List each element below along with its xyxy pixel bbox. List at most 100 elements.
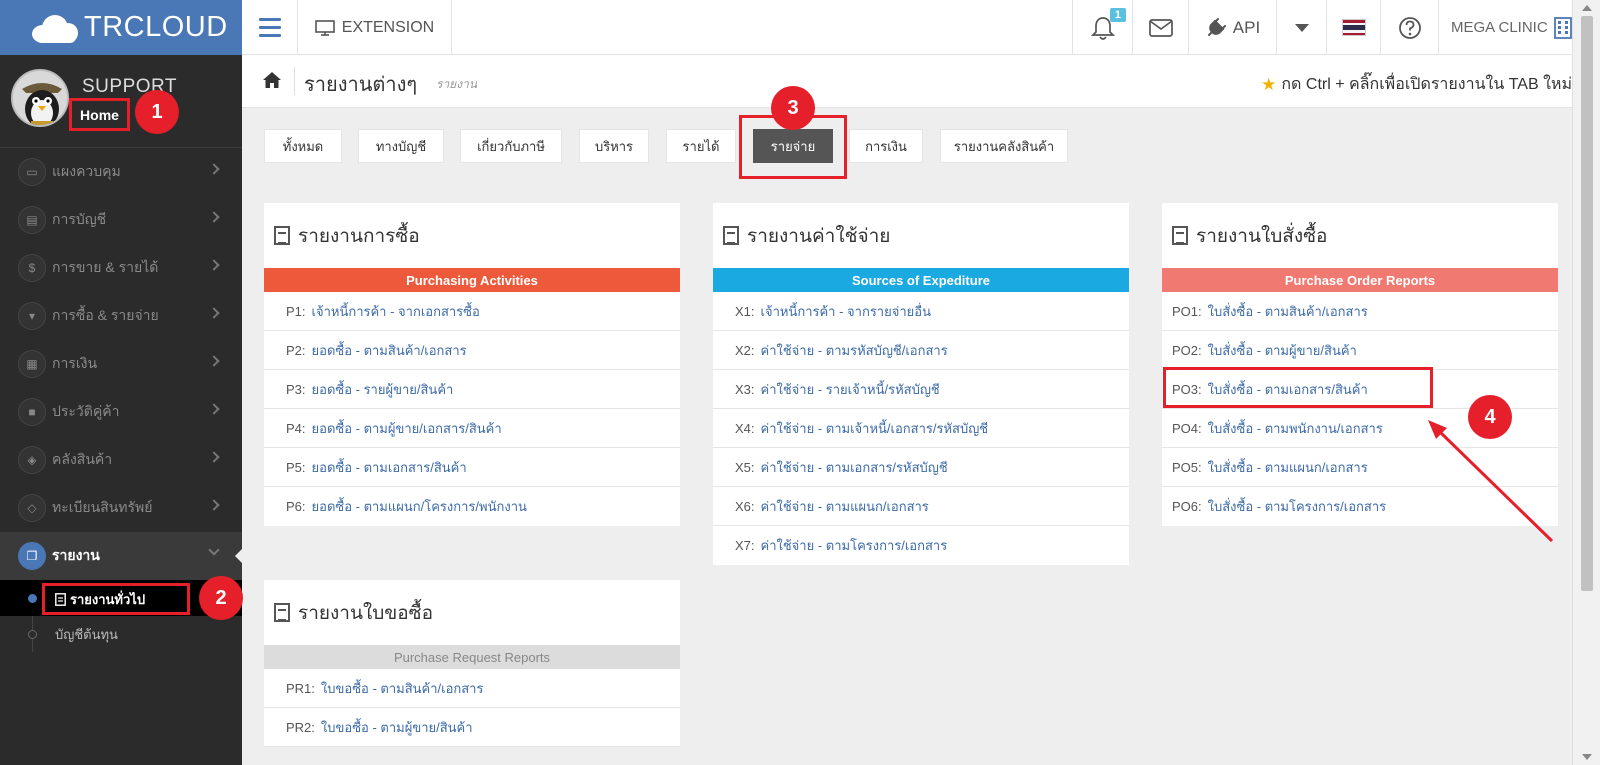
sidebar-item-reports[interactable]: ❐ รายงาน	[0, 532, 242, 580]
sidebar-subitem-label: บัญชีต้นทุน	[55, 626, 118, 642]
tab-finance[interactable]: การเงิน	[849, 129, 923, 163]
report-row[interactable]: X1: เจ้าหนี้การค้า - จากรายจ่ายอื่น	[713, 292, 1129, 331]
home-icon[interactable]	[262, 71, 282, 89]
card-title: รายงานใบขอซื้อ	[264, 580, 680, 645]
document-icon	[55, 592, 66, 606]
plug-icon	[1207, 17, 1226, 36]
cart-icon: ▾	[18, 302, 46, 330]
book-icon: ▤	[18, 206, 46, 234]
card-band: Purchasing Activities	[264, 268, 680, 292]
report-row[interactable]: PO5: ใบสั่งซื้อ - ตามแผนก/เอกสาร	[1162, 448, 1558, 487]
card-title: รายงานใบสั่งซื้อ	[1162, 203, 1558, 268]
report-row[interactable]: P5: ยอดซื้อ - ตามเอกสาร/สินค้า	[264, 448, 680, 487]
scroll-down-icon[interactable]	[1582, 754, 1592, 760]
bullet-icon	[28, 594, 37, 603]
messages-button[interactable]	[1132, 0, 1188, 55]
sidebar-subitem-cost-accounting[interactable]: บัญชีต้นทุน	[0, 616, 242, 652]
building-icon	[1553, 16, 1572, 39]
extension-button[interactable]: EXTENSION	[298, 0, 452, 55]
chevron-right-icon	[208, 403, 220, 415]
sidebar-item-finance[interactable]: ▦ การเงิน	[0, 340, 242, 388]
extension-label: EXTENSION	[341, 18, 435, 36]
notification-badge: 1	[1109, 8, 1126, 22]
avatar[interactable]	[11, 69, 69, 127]
monitor-icon	[314, 19, 335, 36]
page-header: รายงานต่างๆ รายงาน ★ กด Ctrl + คลิ๊กเพื่…	[242, 55, 1572, 108]
chevron-right-icon	[208, 163, 220, 175]
menu-toggle-button[interactable]	[242, 0, 298, 55]
report-row[interactable]: PR1: ใบขอซื้อ - ตามสินค้า/เอกสาร	[264, 669, 680, 708]
card-title: รายงานการซื้อ	[264, 203, 680, 268]
tab-accounting[interactable]: ทางบัญชี	[358, 129, 444, 163]
sidebar-item-label: ทะเบียนสินทรัพย์	[52, 499, 153, 515]
chevron-down-icon	[208, 544, 220, 556]
monitor-icon: ▭	[18, 158, 46, 186]
thai-flag-icon	[1341, 19, 1366, 36]
question-circle-icon	[1398, 16, 1421, 39]
report-row[interactable]: PO1: ใบสั่งซื้อ - ตามสินค้า/เอกสาร	[1162, 292, 1558, 331]
ctrl-click-hint: ★ กด Ctrl + คลิ๊กเพื่อเปิดรายงานใน TAB ใ…	[1261, 72, 1572, 97]
sidebar-item-sales[interactable]: $ การขาย & รายได้	[0, 244, 242, 292]
page-scrollbar[interactable]	[1572, 0, 1600, 765]
report-row[interactable]: P1: เจ้าหนี้การค้า - จากเอกสารซื้อ	[264, 292, 680, 331]
document-icon	[723, 226, 739, 245]
help-button[interactable]	[1380, 0, 1438, 55]
reports-submenu: รายงานทั่วไป บัญชีต้นทุน 2	[0, 576, 243, 652]
sidebar-item-label: รายงาน	[52, 547, 100, 563]
notifications-button[interactable]: 1	[1072, 0, 1132, 55]
hint-text: กด Ctrl + คลิ๊กเพื่อเปิดรายงานใน TAB ใหม…	[1281, 76, 1572, 93]
api-button[interactable]: API	[1188, 0, 1276, 55]
tab-income[interactable]: รายได้	[666, 129, 736, 163]
report-row[interactable]: X6: ค่าใช้จ่าย - ตามแผนก/เอกสาร	[713, 487, 1129, 526]
step-4-marker: 4	[1468, 395, 1512, 439]
active-indicator	[235, 549, 242, 563]
profile-panel: SUPPORT Home 1	[0, 55, 242, 148]
purchase-order-reports-card: รายงานใบสั่งซื้อ Purchase Order Reports …	[1162, 203, 1558, 526]
report-row[interactable]: X7: ค่าใช้จ่าย - ตามโครงการ/เอกสาร	[713, 526, 1129, 565]
purchase-reports-card: รายงานการซื้อ Purchasing Activities P1: เ…	[264, 203, 680, 526]
sidebar-item-inventory[interactable]: ◈ คลังสินค้า	[0, 436, 242, 484]
language-button[interactable]	[1326, 0, 1380, 55]
purchase-request-reports-card: รายงานใบขอซื้อ Purchase Request Reports …	[264, 580, 680, 747]
report-row[interactable]: P2: ยอดซื้อ - ตามสินค้า/เอกสาร	[264, 331, 680, 370]
caret-down-icon	[1294, 23, 1309, 32]
copy-icon: ❐	[18, 542, 46, 570]
tab-management[interactable]: บริหาร	[579, 129, 649, 163]
report-row[interactable]: PO2: ใบสั่งซื้อ - ตามผู้ขาย/สินค้า	[1162, 331, 1558, 370]
report-row[interactable]: X5: ค่าใช้จ่าย - ตามเอกสาร/รหัสบัญชี	[713, 448, 1129, 487]
tab-inventory-reports[interactable]: รายงานคลังสินค้า	[940, 129, 1068, 163]
company-label: MEGA CLINIC	[1451, 19, 1548, 36]
report-row[interactable]: P3: ยอดซื้อ - รายผู้ขาย/สินค้า	[264, 370, 680, 409]
brand-logo[interactable]: TRCLOUD	[0, 0, 242, 55]
page-subtitle: รายงาน	[436, 77, 478, 91]
report-row[interactable]: X2: ค่าใช้จ่าย - ตามรหัสบัญชี/เอกสาร	[713, 331, 1129, 370]
report-row[interactable]: P4: ยอดซื้อ - ตามผู้ขาย/เอกสาร/สินค้า	[264, 409, 680, 448]
report-row[interactable]: X3: ค่าใช้จ่าย - รายเจ้าหนี้/รหัสบัญชี	[713, 370, 1129, 409]
sidebar-item-purchases[interactable]: ▾ การซื้อ & รายจ่าย	[0, 292, 242, 340]
card-band: Sources of Expediture	[713, 268, 1129, 292]
sidebar-item-dashboard[interactable]: ▭ แผงควบคุม	[0, 148, 242, 196]
api-label: API	[1232, 17, 1261, 37]
company-button[interactable]: MEGA CLINIC	[1438, 0, 1578, 55]
home-link[interactable]: Home	[69, 98, 130, 131]
sidebar-item-label: แผงควบคุม	[52, 163, 121, 179]
report-row[interactable]: PR2: ใบขอซื้อ - ตามผู้ขาย/สินค้า	[264, 708, 680, 747]
diamond-icon: ◇	[18, 494, 46, 522]
report-row[interactable]: P6: ยอดซื้อ - ตามแผนก/โครงการ/พนักงาน	[264, 487, 680, 526]
sidebar: SUPPORT Home 1 ▭ แผงควบคุม ▤ การบัญชี $ …	[0, 55, 243, 765]
scroll-up-icon[interactable]	[1582, 5, 1592, 11]
brand-name: TRCLOUD	[84, 11, 228, 43]
chevron-right-icon	[208, 307, 220, 319]
contact-icon: ■	[18, 398, 46, 426]
report-row[interactable]: PO6: ใบสั่งซื้อ - ตามโครงการ/เอกสาร	[1162, 487, 1558, 526]
scrollbar-thumb[interactable]	[1581, 16, 1593, 591]
report-row[interactable]: X4: ค่าใช้จ่าย - ตามเจ้าหนี้/เอกสาร/รหัสบ…	[713, 409, 1129, 448]
sidebar-item-contacts[interactable]: ■ ประวัติคู่ค้า	[0, 388, 242, 436]
sidebar-item-assets[interactable]: ◇ ทะเบียนสินทรัพย์	[0, 484, 242, 532]
tab-all[interactable]: ทั้งหมด	[264, 129, 342, 163]
chevron-right-icon	[208, 451, 220, 463]
sidebar-item-accounting[interactable]: ▤ การบัญชี	[0, 196, 242, 244]
tab-tax[interactable]: เกี่ยวกับภาษี	[460, 129, 562, 163]
more-dropdown-button[interactable]	[1276, 0, 1326, 55]
cubes-icon: ◈	[18, 446, 46, 474]
